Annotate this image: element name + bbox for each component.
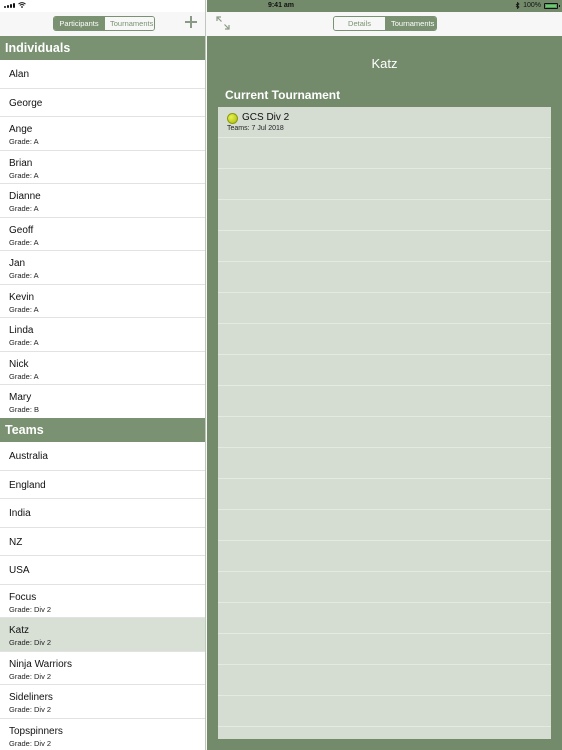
individual-row[interactable]: Dianne Grade: A [0, 184, 205, 218]
individual-row[interactable]: Ange Grade: A [0, 117, 205, 151]
row-subtitle: Grade: A [9, 204, 39, 213]
app-root: Participants Tournaments Individuals Ala… [0, 0, 562, 750]
row-title: Jan [9, 258, 26, 269]
expand-icon[interactable] [216, 16, 230, 30]
participants-tournaments-segmented-control[interactable]: Participants Tournaments [53, 16, 155, 31]
row-subtitle: Grade: A [9, 237, 39, 247]
individual-row[interactable]: Linda Grade: A [0, 318, 205, 352]
master-nav-bar: Participants Tournaments [0, 12, 205, 36]
row-title: Ange [9, 124, 33, 135]
row-subtitle: Grade: A [9, 271, 39, 280]
row-title: Kevin [9, 291, 35, 303]
individual-row[interactable]: Brian Grade: A [0, 150, 205, 184]
individuals-section-header: Individuals [0, 36, 205, 60]
row-title: George [9, 97, 43, 109]
team-row[interactable]: India [0, 499, 205, 528]
teams-section-header: Teams [0, 418, 205, 442]
segment-tournaments[interactable]: Tournaments [104, 17, 154, 30]
tournament-row[interactable]: GCS Div 2 Teams: 7 Jul 2018 [218, 107, 551, 138]
individual-row[interactable]: Nick Grade: A [0, 351, 205, 385]
detail-pane: Details Tournaments Katz Current Tournam… [207, 0, 562, 750]
individual-row[interactable]: Kevin Grade: A [0, 284, 205, 318]
current-tournament-label: Current Tournament [225, 88, 341, 102]
row-title: Geoff [9, 224, 34, 236]
details-tournaments-segmented-control[interactable]: Details Tournaments [333, 16, 437, 31]
bluetooth-icon [515, 2, 520, 9]
row-subtitle: Grade: B [9, 405, 40, 414]
team-row[interactable]: Focus Grade: Div 2 [0, 584, 205, 618]
row-subtitle: Grade: A [9, 371, 39, 381]
row-subtitle: Grade: A [9, 304, 39, 314]
team-row[interactable]: Katz Grade: Div 2 [0, 618, 205, 652]
row-title: England [9, 479, 46, 491]
row-title: Linda [9, 325, 34, 336]
row-subtitle: Grade: A [9, 137, 39, 146]
team-row[interactable]: USA [0, 556, 205, 585]
row-title: Ninja Warriors [9, 658, 72, 670]
row-title: Katz [9, 625, 30, 636]
battery-icon [544, 2, 560, 9]
individual-row[interactable]: Jan Grade: A [0, 251, 205, 285]
row-subtitle: Grade: A [9, 338, 39, 347]
row-subtitle: Grade: Div 2 [9, 738, 52, 748]
row-title: Topspinners [9, 725, 63, 737]
status-time: 9:41 am [267, 2, 295, 9]
detail-nav-bar: Details Tournaments [207, 12, 562, 36]
tournament-list-panel: GCS Div 2 Teams: 7 Jul 2018 [218, 107, 551, 739]
row-title: India [9, 508, 31, 519]
add-icon[interactable] [184, 15, 198, 29]
row-title: Alan [9, 69, 30, 80]
row-title: Brian [9, 157, 33, 169]
master-pane: Participants Tournaments Individuals Ala… [0, 0, 206, 750]
individual-row[interactable]: Geoff Grade: A [0, 217, 205, 251]
team-row[interactable]: England [0, 470, 205, 499]
row-title: Mary [9, 392, 32, 403]
individual-row[interactable]: Mary Grade: B [0, 385, 205, 419]
team-row[interactable]: NZ [0, 527, 205, 556]
detail-title: Katz [371, 56, 398, 71]
segment-participants[interactable]: Participants [54, 17, 104, 30]
team-row[interactable]: Topspinners Grade: Div 2 [0, 718, 205, 750]
row-title: Dianne [9, 191, 41, 202]
individual-row[interactable]: Alan [0, 60, 205, 89]
row-subtitle: Grade: Div 2 [9, 638, 52, 647]
row-title: Australia [9, 451, 48, 462]
row-title: Sideliners [9, 692, 53, 703]
tournament-name: GCS Div 2 [242, 112, 290, 123]
segment-detail-tournaments[interactable]: Tournaments [385, 17, 436, 30]
row-title: USA [9, 565, 30, 576]
status-right: 100% [515, 2, 560, 9]
team-row[interactable]: Australia [0, 442, 205, 471]
segment-details[interactable]: Details [334, 17, 385, 30]
row-subtitle: Grade: Div 2 [9, 705, 52, 714]
row-subtitle: Grade: A [9, 170, 39, 180]
row-title: NZ [9, 536, 23, 548]
tournament-subtitle: Teams: 7 Jul 2018 [227, 125, 284, 132]
row-title: Nick [9, 358, 29, 370]
row-subtitle: Grade: Div 2 [9, 604, 52, 614]
status-bar: 9:41 am 100% [0, 0, 562, 12]
team-row[interactable]: Sideliners Grade: Div 2 [0, 685, 205, 719]
row-subtitle: Grade: Div 2 [9, 671, 52, 681]
individual-row[interactable]: George [0, 88, 205, 117]
battery-percent: 100% [523, 2, 541, 9]
team-row[interactable]: Ninja Warriors Grade: Div 2 [0, 651, 205, 685]
row-title: Focus [9, 591, 37, 603]
tennis-ball-icon [227, 113, 238, 124]
